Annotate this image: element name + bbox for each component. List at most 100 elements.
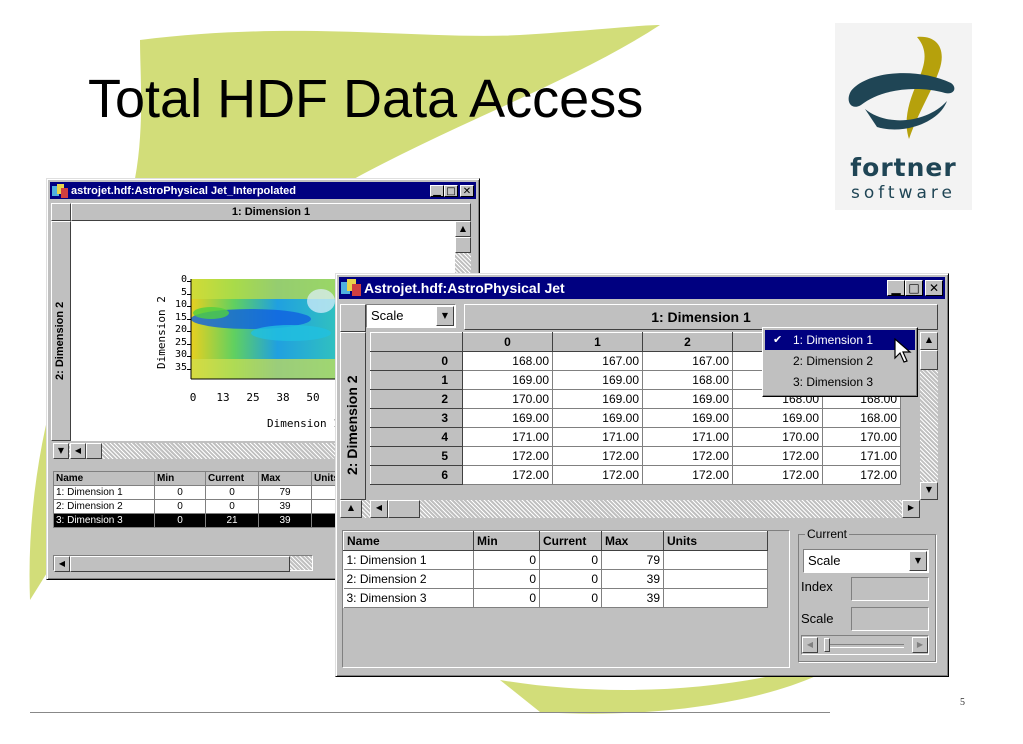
table-row[interactable]: 1: Dimension 1 0 0 79 bbox=[343, 550, 768, 570]
column-header[interactable]: Min bbox=[154, 471, 206, 486]
table-horizontal-scrollbar[interactable]: ◀ bbox=[53, 555, 313, 572]
column-header[interactable]: Units bbox=[663, 531, 768, 551]
grid-row-header[interactable]: 3 bbox=[370, 408, 463, 428]
table-row[interactable]: 2: Dimension 2 0 0 39 bbox=[343, 569, 768, 589]
grid-cell[interactable]: 169.00 bbox=[642, 389, 733, 409]
column-header[interactable]: Name bbox=[53, 471, 155, 486]
grid-column-header[interactable]: 1 bbox=[552, 332, 643, 352]
column-header[interactable]: Max bbox=[258, 471, 312, 486]
grid-cell[interactable]: 172.00 bbox=[552, 465, 643, 485]
scroll-up-button[interactable]: ▲ bbox=[920, 332, 938, 350]
grid-cell[interactable]: 172.00 bbox=[732, 446, 823, 466]
grid-cell[interactable]: 169.00 bbox=[462, 370, 553, 390]
minimize-button[interactable]: ▁ bbox=[887, 280, 905, 296]
grid-row[interactable]: 5 172.00 172.00 172.00 172.00 171.00 bbox=[370, 446, 901, 466]
scale-field[interactable] bbox=[851, 607, 929, 631]
grid-cell[interactable]: 172.00 bbox=[462, 446, 553, 466]
axis-menu-item[interactable]: 3: Dimension 3 bbox=[765, 372, 915, 392]
scroll-thumb[interactable] bbox=[388, 500, 420, 518]
scroll-right-button[interactable]: ▶ bbox=[902, 500, 920, 518]
grid-cell[interactable]: 167.00 bbox=[642, 351, 733, 371]
table-row[interactable]: 2: Dimension 2 0 0 39 bbox=[53, 499, 351, 514]
column-header[interactable]: Current bbox=[539, 531, 602, 551]
column-axis-header[interactable]: 1: Dimension 1 bbox=[71, 203, 471, 221]
scroll-thumb[interactable] bbox=[70, 556, 290, 572]
axis-menu-item[interactable]: ✔ 1: Dimension 1 bbox=[765, 330, 915, 350]
chevron-down-icon[interactable]: ▼ bbox=[909, 551, 927, 571]
grid-row-header[interactable]: 4 bbox=[370, 427, 463, 447]
row-axis-header[interactable]: 2: Dimension 2 bbox=[51, 221, 71, 441]
grid-cell[interactable]: 169.00 bbox=[642, 408, 733, 428]
scroll-thumb[interactable] bbox=[455, 237, 471, 253]
slider-right-button[interactable]: ▶ bbox=[912, 637, 928, 653]
grid-cell[interactable]: 169.00 bbox=[462, 408, 553, 428]
maximize-button[interactable]: □ bbox=[905, 280, 923, 296]
grid-vertical-scrollbar[interactable]: ▲ ▼ bbox=[920, 332, 938, 500]
slider-left-button[interactable]: ◀ bbox=[802, 637, 818, 653]
grid-row-header[interactable]: 2 bbox=[370, 389, 463, 409]
chevron-down-icon[interactable]: ▼ bbox=[436, 306, 454, 326]
close-button[interactable]: ✕ bbox=[460, 184, 474, 197]
grid-cell[interactable]: 170.00 bbox=[462, 389, 553, 409]
grid-cell[interactable]: 169.00 bbox=[552, 408, 643, 428]
grid-row-header[interactable]: 1 bbox=[370, 370, 463, 390]
grid-cell[interactable]: 172.00 bbox=[462, 465, 553, 485]
interpolated-window-titlebar[interactable]: astrojet.hdf:AstroPhysical Jet_Interpola… bbox=[50, 182, 476, 199]
grid-cell[interactable]: 170.00 bbox=[822, 427, 901, 447]
grid-horizontal-scrollbar[interactable]: ▲ ◀ ▶ bbox=[340, 500, 920, 518]
grid-row[interactable]: 3 169.00 169.00 169.00 169.00 168.00 bbox=[370, 408, 901, 428]
scroll-left-button[interactable]: ◀ bbox=[54, 556, 70, 572]
axis-menu-item[interactable]: 2: Dimension 2 bbox=[765, 351, 915, 371]
dimension-table[interactable]: Name Min Current Max Units 1: Dimension 1 0 0 79… bbox=[343, 531, 768, 608]
table-row[interactable]: 3: Dimension 3 0 0 39 bbox=[343, 588, 768, 608]
grid-cell[interactable]: 172.00 bbox=[822, 465, 901, 485]
grid-cell[interactable]: 167.00 bbox=[552, 351, 643, 371]
table-row[interactable]: 3: Dimension 3 0 21 39 bbox=[53, 513, 351, 528]
grid-cell[interactable]: 172.00 bbox=[642, 446, 733, 466]
scroll-left-button[interactable]: ◀ bbox=[70, 443, 86, 459]
grid-cell[interactable]: 169.00 bbox=[552, 370, 643, 390]
dimension-table[interactable]: Name Min Current Max Units 1: Dimension 1 0 0 79… bbox=[53, 471, 351, 528]
grid-row-header[interactable]: 0 bbox=[370, 351, 463, 371]
grid-cell[interactable]: 169.00 bbox=[552, 389, 643, 409]
expand-toggle-button[interactable]: ▲ bbox=[340, 500, 362, 518]
index-slider[interactable]: ◀ ▶ bbox=[801, 635, 929, 655]
grid-row-header[interactable]: 6 bbox=[370, 465, 463, 485]
grid-row[interactable]: 4 171.00 171.00 171.00 170.00 170.00 bbox=[370, 427, 901, 447]
grid-cell[interactable]: 168.00 bbox=[822, 408, 901, 428]
grid-cell[interactable]: 171.00 bbox=[552, 427, 643, 447]
grid-row-header[interactable]: 5 bbox=[370, 446, 463, 466]
grid-cell[interactable]: 170.00 bbox=[732, 427, 823, 447]
row-axis-header[interactable]: 2: Dimension 2 bbox=[340, 332, 366, 500]
minimize-button[interactable]: ▁ bbox=[430, 184, 444, 197]
grid-cell[interactable]: 171.00 bbox=[642, 427, 733, 447]
scroll-thumb[interactable] bbox=[920, 350, 938, 370]
grid-column-header[interactable]: 0 bbox=[462, 332, 553, 352]
close-button[interactable]: ✕ bbox=[925, 280, 943, 296]
grid-row[interactable]: 6 172.00 172.00 172.00 172.00 172.00 bbox=[370, 465, 901, 485]
grid-cell[interactable]: 168.00 bbox=[642, 370, 733, 390]
index-field[interactable] bbox=[851, 577, 929, 601]
scroll-thumb[interactable] bbox=[86, 443, 102, 459]
grid-cell[interactable]: 172.00 bbox=[732, 465, 823, 485]
scroll-left-button[interactable]: ◀ bbox=[370, 500, 388, 518]
scroll-down-button[interactable]: ▼ bbox=[920, 482, 938, 500]
grid-cell[interactable]: 171.00 bbox=[822, 446, 901, 466]
grid-cell[interactable]: 169.00 bbox=[732, 408, 823, 428]
slider-thumb[interactable] bbox=[824, 638, 830, 652]
current-mode-select[interactable]: Scale ▼ bbox=[803, 549, 929, 573]
grid-cell[interactable]: 172.00 bbox=[642, 465, 733, 485]
column-header[interactable]: Max bbox=[601, 531, 664, 551]
column-header[interactable]: Current bbox=[205, 471, 259, 486]
maximize-button[interactable]: □ bbox=[444, 184, 458, 197]
grid-column-header[interactable]: 2 bbox=[642, 332, 733, 352]
grid-cell[interactable]: 171.00 bbox=[462, 427, 553, 447]
scale-select[interactable]: Scale ▼ bbox=[366, 304, 456, 328]
table-row[interactable]: 1: Dimension 1 0 0 79 bbox=[53, 485, 351, 500]
scroll-up-button[interactable]: ▲ bbox=[455, 221, 471, 237]
expand-toggle-button[interactable]: ▼ bbox=[53, 443, 69, 459]
column-header[interactable]: Min bbox=[473, 531, 540, 551]
column-header[interactable]: Name bbox=[343, 531, 474, 551]
grid-cell[interactable]: 172.00 bbox=[552, 446, 643, 466]
grid-cell[interactable]: 168.00 bbox=[462, 351, 553, 371]
